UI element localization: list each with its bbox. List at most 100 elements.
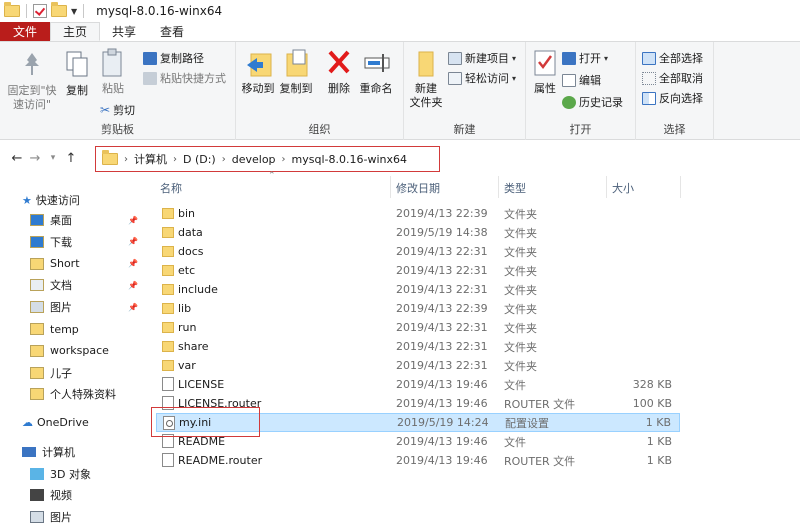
tab-home[interactable]: 主页 [50, 22, 101, 41]
column-header-type[interactable]: 类型 [504, 180, 526, 198]
folder-icon [162, 322, 174, 333]
nav-item-icon [30, 214, 44, 226]
file-date: 2019/4/13 22:39 [396, 302, 488, 315]
new-group-label: 新建 [453, 123, 476, 136]
select-group: 全部选择 全部取消 反向选择 选择 [636, 42, 714, 140]
copy-button[interactable]: 复制 [62, 50, 92, 98]
pin-icon [19, 50, 45, 80]
pin-icon[interactable]: 📌 [128, 303, 138, 312]
properties-check-icon[interactable] [33, 4, 47, 18]
nav-item[interactable]: 儿子 [0, 363, 146, 383]
new-folder-quick-icon[interactable] [51, 2, 67, 17]
new-folder-button[interactable]: 新建 文件夹 [408, 48, 444, 110]
rename-button[interactable]: 重命名 [358, 48, 394, 96]
pin-icon[interactable]: 📌 [128, 281, 138, 290]
picture-icon [30, 511, 44, 523]
column-header-size[interactable]: 大小 [612, 180, 634, 198]
divider [26, 4, 27, 18]
nav-onedrive[interactable]: ☁ OneDrive [0, 412, 146, 432]
scissors-icon: ✂ [100, 103, 111, 117]
file-date: 2019/4/13 22:31 [396, 245, 488, 258]
pin-icon[interactable]: 📌 [128, 237, 138, 246]
delete-button[interactable]: 删除 [326, 48, 352, 96]
breadcrumb-computer[interactable]: 计算机 [134, 151, 167, 167]
file-date: 2019/4/13 22:31 [396, 283, 488, 296]
address-bar[interactable]: › 计算机 › D (D:) › develop › mysql-8.0.16-… [95, 146, 440, 172]
folder-icon [162, 284, 174, 295]
copy-path-button[interactable]: 复制路径 [143, 50, 204, 66]
nav-computer-label: 计算机 [42, 446, 75, 459]
clipboard-group-label: 剪贴板 [101, 123, 134, 136]
nav-item[interactable]: temp [0, 319, 146, 339]
file-row[interactable]: README.router 2019/4/13 19:46 ROUTER 文件 1 K… [156, 451, 680, 470]
open-label: 打开 [579, 52, 601, 65]
column-header-date[interactable]: 修改日期 [396, 180, 440, 198]
invert-selection-button[interactable]: 反向选择 [642, 90, 703, 106]
nav-item[interactable]: 下载 📌 [0, 232, 146, 252]
nav-item-label: Short [50, 257, 80, 271]
new-item-button[interactable]: 新建项目 ▾ [448, 50, 516, 66]
nav-quick-access[interactable]: ★ 快速访问 [0, 190, 146, 210]
file-size: 100 KB [632, 397, 672, 410]
file-name: share [178, 340, 209, 353]
file-date: 2019/4/13 19:46 [396, 454, 488, 467]
file-row[interactable]: lib 2019/4/13 22:39 文件夹 [156, 299, 680, 318]
column-header-name[interactable]: 名称 [160, 180, 182, 198]
file-row[interactable]: etc 2019/4/13 22:31 文件夹 [156, 261, 680, 280]
select-all-button[interactable]: 全部选择 [642, 50, 703, 66]
navigation-bar: ← → ▾ ↑ › 计算机 › D (D:) › develop › mysql… [0, 140, 800, 176]
file-icon [162, 453, 174, 467]
cut-button[interactable]: ✂ 剪切 [100, 102, 135, 118]
chevron-down-icon: ▾ [512, 53, 517, 63]
file-row[interactable]: LICENSE 2019/4/13 19:46 文件 328 KB [156, 375, 680, 394]
file-row[interactable]: include 2019/4/13 22:31 文件夹 [156, 280, 680, 299]
pin-quick-access-button[interactable]: 固定到"快 速访问" [4, 50, 60, 112]
video-icon [30, 489, 44, 501]
properties-button[interactable]: 属性 [530, 48, 560, 96]
breadcrumb-drive[interactable]: D (D:) [183, 153, 216, 166]
history-button[interactable]: 历史记录 [562, 94, 623, 110]
select-none-button[interactable]: 全部取消 [642, 70, 703, 86]
tab-file[interactable]: 文件 [0, 22, 50, 41]
nav-item[interactable]: 文档 📌 [0, 275, 146, 295]
tab-share[interactable]: 共享 [100, 22, 148, 41]
file-row[interactable]: data 2019/5/19 14:38 文件夹 [156, 223, 680, 242]
move-to-button[interactable]: 移动到 [240, 48, 276, 96]
file-row[interactable]: bin 2019/4/13 22:39 文件夹 [156, 204, 680, 223]
back-arrow-icon[interactable]: ← [8, 151, 26, 166]
nav-3d-objects[interactable]: 3D 对象 [0, 464, 146, 484]
file-row[interactable]: run 2019/4/13 22:31 文件夹 [156, 318, 680, 337]
copy-to-button[interactable]: 复制到 [278, 48, 314, 96]
edit-button[interactable]: 编辑 [562, 72, 601, 88]
paste-shortcut-button[interactable]: 粘贴快捷方式 [143, 70, 226, 86]
breadcrumb-separator: › [124, 153, 128, 165]
file-row[interactable]: var 2019/4/13 22:31 文件夹 [156, 356, 680, 375]
nav-item[interactable]: 个人特殊资料 [0, 384, 146, 404]
nav-pictures-pc[interactable]: 图片 [0, 507, 146, 527]
nav-computer[interactable]: 计算机 [0, 442, 146, 462]
pin-icon[interactable]: 📌 [128, 216, 138, 225]
forward-arrow-icon[interactable]: → [26, 151, 44, 166]
breadcrumb-current[interactable]: mysql-8.0.16-winx64 [292, 153, 407, 166]
select-all-label: 全部选择 [659, 52, 703, 65]
nav-item[interactable]: 图片 📌 [0, 297, 146, 317]
open-button[interactable]: 打开 ▾ [562, 50, 608, 66]
nav-item[interactable]: workspace [0, 341, 146, 361]
chevron-down-icon: ▾ [604, 53, 609, 63]
tab-view[interactable]: 查看 [148, 22, 196, 41]
nav-item[interactable]: Short 📌 [0, 254, 146, 274]
nav-videos[interactable]: 视频 [0, 485, 146, 505]
recent-locations-chevron-icon[interactable]: ▾ [44, 153, 62, 163]
pin-icon[interactable]: 📌 [128, 259, 138, 268]
file-type: 文件夹 [504, 283, 537, 297]
sort-chevron-up-icon: ⌃ [268, 171, 276, 181]
paste-button[interactable]: 粘贴 [98, 48, 128, 96]
up-arrow-icon[interactable]: ↑ [62, 151, 80, 166]
file-row[interactable]: docs 2019/4/13 22:31 文件夹 [156, 242, 680, 261]
nav-item[interactable]: 桌面 📌 [0, 210, 146, 230]
copy-icon [64, 50, 90, 80]
easy-access-button[interactable]: 轻松访问 ▾ [448, 70, 516, 86]
breadcrumb-develop[interactable]: develop [232, 153, 276, 166]
customize-toolbar-dropdown-icon[interactable]: ▼ [71, 7, 77, 16]
file-row[interactable]: share 2019/4/13 22:31 文件夹 [156, 337, 680, 356]
